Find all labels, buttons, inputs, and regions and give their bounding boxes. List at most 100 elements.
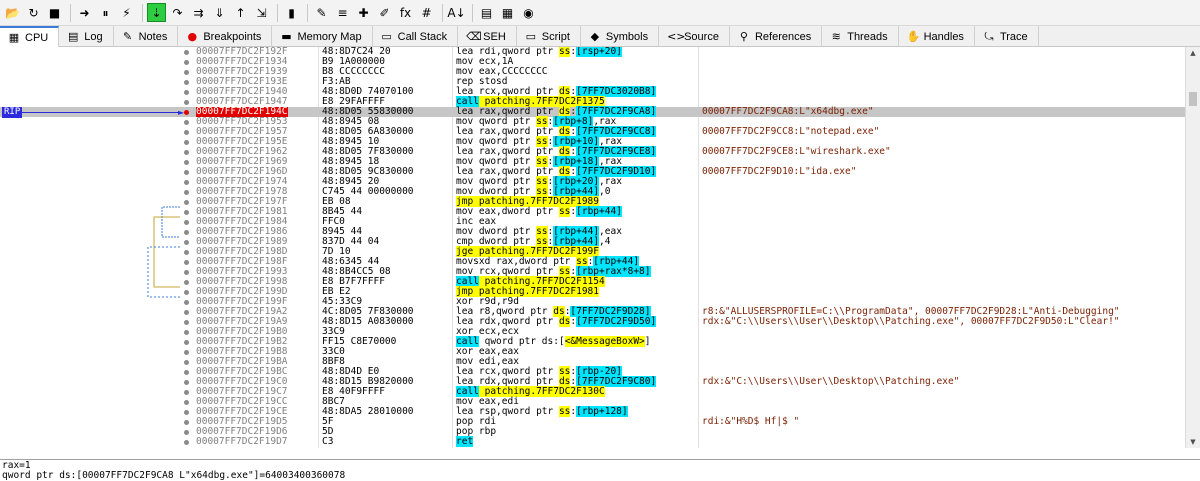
vertical-scrollbar[interactable]: ▲ ▼	[1185, 47, 1200, 448]
instruction-part: ds	[558, 316, 571, 327]
comment-icon[interactable]: ≡	[333, 3, 352, 22]
restart-icon[interactable]: ↻	[24, 3, 43, 22]
tab-label: Call Stack	[397, 30, 448, 43]
rip-label: RIP	[2, 107, 23, 118]
tab-log[interactable]: ▤ Log	[59, 26, 114, 47]
jump-arrow-jmp-1981	[153, 216, 180, 288]
function-icon[interactable]: fx	[396, 3, 415, 22]
patch-icon[interactable]: ✎	[312, 3, 331, 22]
toolbar-separator	[472, 3, 473, 22]
tab-cpu[interactable]: ▦ CPU	[0, 26, 60, 47]
scylla-icon[interactable]: ▮	[282, 3, 301, 22]
tab-handles[interactable]: ✋ Handles	[899, 26, 975, 47]
label-icon[interactable]: ✚	[354, 3, 373, 22]
tab-label: Trace	[999, 30, 1028, 43]
tab-bar: ▦ CPU ▤ Log ✎ Notes ● Breakpoints ▬ Memory Map ▭ Ca…	[0, 26, 1200, 47]
tab-label: Source	[684, 30, 719, 43]
call-stack-icon: ▭	[381, 30, 392, 43]
toolbar-separator	[307, 3, 308, 22]
tab-label: References	[754, 30, 812, 43]
tab-references[interactable]: ⚲ References	[730, 26, 823, 47]
tab-label: Threads	[847, 30, 888, 43]
instruction-part: ]	[644, 336, 651, 347]
tab-source[interactable]: <> Source	[659, 26, 730, 47]
tab-call-stack[interactable]: ▭ Call Stack	[373, 26, 459, 47]
tab-label: Breakpoints	[203, 30, 262, 43]
toolbar-separator	[142, 3, 143, 22]
jump-arrow-jge-199f	[147, 246, 180, 298]
tab-symbols[interactable]: ◆ Symbols	[581, 26, 660, 47]
breakpoint-icon: ●	[187, 30, 198, 43]
tab-label: Script	[541, 30, 570, 43]
step-over-icon[interactable]: ↷	[168, 3, 187, 22]
toolbar-separator	[277, 3, 278, 22]
jump-arrow-jmp-1989	[161, 206, 180, 238]
tab-label: SEH	[483, 30, 506, 43]
tab-script[interactable]: ▭ Script	[517, 26, 581, 47]
handles-icon: ✋	[906, 30, 921, 43]
instruction-part: <&MessageBoxW>	[564, 336, 645, 347]
log-icon: ▤	[68, 30, 79, 43]
toolbar-separator	[442, 3, 443, 22]
calculator-icon[interactable]: ▦	[498, 3, 517, 22]
trace-over-icon[interactable]: ⇓	[210, 3, 229, 22]
open-icon[interactable]: 📂	[3, 3, 22, 22]
bookmark-icon[interactable]: ✐	[375, 3, 394, 22]
instruction-part: [rbp+128]	[576, 406, 628, 417]
tab-notes[interactable]: ✎ Notes	[114, 26, 179, 47]
scroll-down-icon[interactable]: ▼	[1186, 436, 1200, 448]
step-into-icon[interactable]: ⇣	[147, 3, 166, 22]
animate-icon[interactable]: ⚡	[117, 3, 136, 22]
comment: rdx:&"C:\\Users\\User\\Desktop\\Patching…	[702, 376, 960, 387]
comment: rdi:&"H%D$ Hf|$ "	[702, 416, 800, 427]
instruction-part: [7FF7DC2F9D50]	[576, 316, 657, 327]
font-icon[interactable]: A↓	[447, 3, 466, 22]
instruction-part: ,0	[599, 186, 611, 197]
cpu-icon: ▦	[8, 31, 20, 44]
scroll-thumb[interactable]	[1189, 92, 1197, 106]
comment: 00007FF7DC2F9D10:L"ida.exe"	[702, 166, 857, 177]
info-line: qword ptr ds:[00007FF7DC2F9CA8 L"x64dbg.…	[2, 470, 346, 481]
tab-memory-map[interactable]: ▬ Memory Map	[272, 26, 373, 47]
threads-icon: ≋	[831, 30, 841, 43]
instruction-part: ss	[558, 206, 571, 217]
instruction-part: ,4	[599, 236, 611, 247]
tab-label: Memory Map	[297, 30, 362, 43]
execute-till-return-icon[interactable]: ↑	[231, 3, 250, 22]
tab-label: Notes	[138, 30, 168, 43]
comment: 00007FF7DC2F9CE8:L"wireshark.exe"	[702, 146, 891, 157]
tab-threads[interactable]: ≋ Threads	[822, 26, 899, 47]
symbols-icon: ◆	[590, 30, 600, 43]
tab-label: Log	[84, 30, 103, 43]
source-icon: <>	[667, 30, 686, 43]
trace-icon: ⤿	[984, 29, 994, 43]
scroll-up-icon[interactable]: ▲	[1186, 47, 1200, 59]
close-icon[interactable]: ■	[45, 3, 64, 22]
rip-arrow-head-icon: ►	[178, 108, 185, 117]
run-to-user-code-icon[interactable]: ⇲	[252, 3, 271, 22]
run-icon[interactable]: ➜	[75, 3, 94, 22]
instruction-part: ss	[558, 406, 571, 417]
trace-into-icon[interactable]: ⇉	[189, 3, 208, 22]
seh-icon: ⌫	[466, 30, 482, 43]
tab-label: CPU	[25, 31, 49, 44]
tab-label: Symbols	[605, 30, 649, 43]
hash-icon[interactable]: #	[417, 3, 436, 22]
memory-map-icon: ▬	[281, 30, 292, 43]
pause-icon[interactable]: ⏸	[96, 3, 115, 22]
script-icon: ▭	[525, 30, 536, 43]
instruction-part: [rsp+20]	[576, 47, 622, 57]
tab-seh[interactable]: ⌫ SEH	[458, 26, 517, 47]
tab-trace[interactable]: ⤿ Trace	[975, 26, 1039, 47]
address: 00007FF7DC2F19D7	[196, 436, 288, 447]
globe-icon[interactable]: ◉	[519, 3, 538, 22]
jump-arrow-gutter: RIP ►	[0, 47, 192, 448]
instruction: ret	[456, 436, 474, 447]
bookmark-list-icon[interactable]: ▤	[477, 3, 496, 22]
disassembly-view[interactable]: 00007FF7DC2F192F 48:8D7C24 20 lea rdi,qwor…	[0, 47, 1200, 448]
comment: 00007FF7DC2F9CC8:L"notepad.exe"	[702, 126, 880, 137]
opcode-bytes: 48:8DA5 28010000	[322, 406, 414, 417]
rip-arrow	[22, 112, 182, 113]
comment: rdx:&"C:\\Users\\User\\Desktop\\Patching…	[702, 316, 1120, 327]
tab-breakpoints[interactable]: ● Breakpoints	[178, 26, 273, 47]
